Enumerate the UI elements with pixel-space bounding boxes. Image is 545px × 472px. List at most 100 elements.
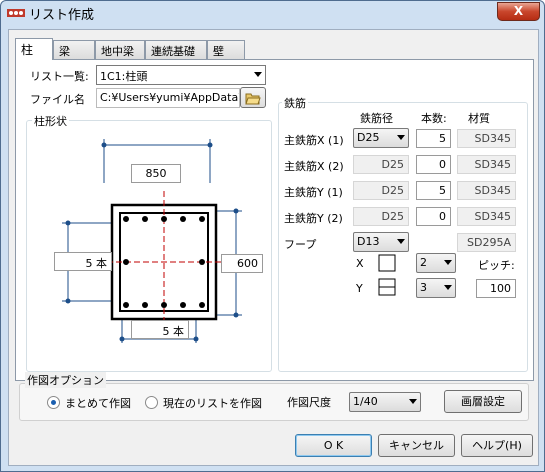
rebar-count-y-value: 5 bbox=[85, 257, 93, 270]
main-rebar-x1-count-input[interactable]: 5 bbox=[416, 129, 451, 148]
main-rebar-x1-label: 主鉄筋X (1) bbox=[284, 134, 344, 147]
main-rebar-y1-label: 主鉄筋Y (1) bbox=[284, 186, 343, 199]
hoop-material: SD295A bbox=[457, 233, 516, 252]
hoop-y-select[interactable]: 3 bbox=[416, 278, 456, 298]
rebar-count-x-input[interactable]: 5 本 bbox=[131, 320, 189, 339]
chevron-down-icon bbox=[254, 72, 262, 77]
hoop-y-value: 3 bbox=[420, 281, 427, 294]
main-rebar-y2-material: SD345 bbox=[457, 207, 516, 226]
main-rebar-y2-label: 主鉄筋Y (2) bbox=[284, 212, 343, 225]
file-label: ファイル名 bbox=[30, 93, 85, 106]
rebar-bar bbox=[199, 259, 205, 265]
dim-node bbox=[101, 142, 107, 148]
dim-node bbox=[65, 298, 71, 304]
dim-node bbox=[193, 336, 199, 342]
rebar-bar bbox=[142, 302, 148, 308]
draw-all-radio[interactable] bbox=[47, 396, 60, 409]
rebar-bar bbox=[180, 302, 186, 308]
rebar-bar bbox=[161, 216, 167, 222]
ok-button[interactable]: O K bbox=[295, 434, 372, 457]
folder-open-icon bbox=[245, 93, 261, 104]
rebar-group-title: 鉄筋 bbox=[282, 95, 308, 111]
app-icon bbox=[7, 9, 25, 17]
chevron-down-icon bbox=[397, 239, 405, 244]
rebar-count-x-value: 5 bbox=[162, 325, 170, 338]
browse-button[interactable] bbox=[240, 87, 266, 108]
tab-wall[interactable]: 壁 bbox=[207, 40, 245, 59]
rebar-bar bbox=[123, 259, 129, 265]
rebar-bar bbox=[199, 302, 205, 308]
help-button[interactable]: ヘルプ(H) bbox=[461, 434, 533, 457]
file-path-field[interactable]: C:¥Users¥yumi¥AppData¥F bbox=[96, 88, 240, 108]
list-select[interactable]: 1C1:柱頭 bbox=[96, 65, 266, 85]
dialog-window: リスト作成 X 柱 梁 地中梁 連続基礎 壁 リスト一覧: 1C1:柱頭 ファイ… bbox=[0, 0, 545, 472]
hoop-diameter-select[interactable]: D13 bbox=[353, 232, 409, 252]
pitch-label: ピッチ: bbox=[478, 259, 515, 272]
main-rebar-x1-diameter-select[interactable]: D25 bbox=[353, 128, 409, 148]
rebar-bar bbox=[123, 216, 129, 222]
scale-value: 1/40 bbox=[353, 395, 378, 408]
rebar-bar bbox=[123, 302, 129, 308]
main-rebar-x2-label: 主鉄筋X (2) bbox=[284, 160, 344, 173]
tab-beam[interactable]: 梁 bbox=[53, 40, 95, 59]
column-width-input[interactable]: 850 bbox=[131, 164, 181, 183]
hoop-x-value: 2 bbox=[420, 256, 427, 269]
tab-foundation-beam[interactable]: 地中梁 bbox=[95, 40, 145, 59]
main-rebar-y2-count-input[interactable]: 0 bbox=[416, 207, 451, 226]
chevron-down-icon bbox=[397, 135, 405, 140]
main-rebar-x2-count-input[interactable]: 0 bbox=[416, 155, 451, 174]
rebar-bar bbox=[180, 216, 186, 222]
hoop-diameter-value: D13 bbox=[357, 235, 380, 248]
close-button[interactable]: X bbox=[497, 2, 540, 21]
dialog-client: 柱 梁 地中梁 連続基礎 壁 リスト一覧: 1C1:柱頭 ファイル名 C:¥Us… bbox=[8, 29, 539, 466]
pitch-input[interactable]: 100 bbox=[476, 279, 516, 298]
dim-node bbox=[65, 220, 71, 226]
tab-page-column: リスト一覧: 1C1:柱頭 ファイル名 C:¥Users¥yumi¥AppDat… bbox=[15, 59, 534, 381]
main-rebar-x2-material: SD345 bbox=[457, 155, 516, 174]
hoop-y-label: Y bbox=[356, 282, 363, 295]
draw-all-label[interactable]: まとめて作図 bbox=[65, 395, 131, 411]
chevron-down-icon bbox=[444, 260, 452, 265]
main-rebar-y1-material: SD345 bbox=[457, 181, 516, 200]
material-header: 材質 bbox=[468, 112, 490, 125]
main-rebar-y1-diameter: D25 bbox=[353, 181, 409, 200]
rebar-bar bbox=[199, 216, 205, 222]
unit-label: 本 bbox=[173, 325, 184, 338]
options-group-title: 作図オプション bbox=[25, 372, 106, 388]
cancel-button[interactable]: キャンセル bbox=[378, 434, 455, 457]
column-height-input[interactable]: 600 bbox=[221, 254, 263, 273]
draw-current-label[interactable]: 現在のリストを作図 bbox=[163, 395, 262, 411]
layer-settings-button[interactable]: 画層設定 bbox=[444, 390, 522, 413]
scale-select[interactable]: 1/40 bbox=[349, 392, 421, 412]
chevron-down-icon bbox=[444, 285, 452, 290]
scale-label: 作図尺度 bbox=[287, 396, 331, 409]
hoop-x-select[interactable]: 2 bbox=[416, 253, 456, 273]
main-rebar-x1-material: SD345 bbox=[457, 129, 516, 148]
dim-node bbox=[207, 142, 213, 148]
count-header: 本数: bbox=[421, 112, 447, 125]
dim-node bbox=[233, 208, 239, 214]
hoop-x-shape-icon bbox=[378, 254, 396, 272]
list-label: リスト一覧: bbox=[30, 70, 89, 83]
unit-label: 本 bbox=[96, 257, 107, 270]
rebar-bar bbox=[161, 302, 167, 308]
file-path-value: C:¥Users¥yumi¥AppData¥F bbox=[100, 91, 240, 104]
diameter-header: 鉄筋径 bbox=[360, 112, 393, 125]
main-rebar-x1-diameter-value: D25 bbox=[357, 131, 380, 144]
rebar-bar bbox=[142, 216, 148, 222]
dim-node bbox=[233, 312, 239, 318]
rebar-count-y-input[interactable]: 5 本 bbox=[54, 252, 112, 271]
chevron-down-icon bbox=[409, 399, 417, 404]
main-rebar-y1-count-input[interactable]: 5 bbox=[416, 181, 451, 200]
list-select-value: 1C1:柱頭 bbox=[100, 70, 148, 83]
hoop-x-label: X bbox=[356, 257, 364, 270]
shape-group-title: 柱形状 bbox=[32, 113, 69, 129]
hoop-y-shape-icon bbox=[378, 278, 396, 296]
window-title: リスト作成 bbox=[29, 8, 95, 23]
main-rebar-y2-diameter: D25 bbox=[353, 207, 409, 226]
dim-node bbox=[119, 336, 125, 342]
tab-continuous-footing[interactable]: 連続基礎 bbox=[145, 40, 207, 59]
draw-current-radio[interactable] bbox=[145, 396, 158, 409]
tab-column[interactable]: 柱 bbox=[15, 38, 53, 60]
title-bar[interactable]: リスト作成 X bbox=[1, 1, 544, 25]
